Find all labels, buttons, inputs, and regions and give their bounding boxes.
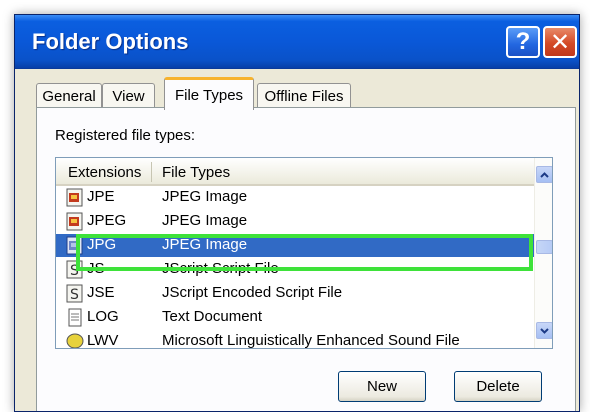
tab-file-types[interactable]: File Types xyxy=(164,77,254,110)
close-button[interactable]: ✕ xyxy=(543,26,577,58)
row-extension: JSE xyxy=(87,284,115,301)
help-button[interactable]: ? xyxy=(506,26,540,58)
title-bar[interactable]: Folder Options ? ✕ xyxy=(15,15,579,69)
column-divider[interactable] xyxy=(151,162,152,182)
row-extension: LOG xyxy=(87,308,119,325)
window-title: Folder Options xyxy=(32,29,189,54)
tab-view[interactable]: View xyxy=(102,83,155,109)
tab-general[interactable]: General xyxy=(36,83,102,109)
row-file-type: Text Document xyxy=(162,308,263,325)
script-file-icon: S xyxy=(66,284,83,303)
row-extension: JPE xyxy=(87,188,115,205)
selection-highlight-box xyxy=(76,234,533,271)
chevron-down-icon xyxy=(540,327,549,334)
list-row-jse[interactable]: S JSE JScript Encoded Script File xyxy=(56,282,534,305)
list-row-jpe[interactable]: JPE JPEG Image xyxy=(56,186,534,209)
tab-strip: General View File Types Offline Files xyxy=(36,77,576,110)
tab-offline-files[interactable]: Offline Files xyxy=(257,83,351,109)
scroll-down-button[interactable] xyxy=(536,322,552,339)
scroll-up-button[interactable] xyxy=(536,166,552,183)
row-file-type: Microsoft Linguistically Enhanced Sound … xyxy=(162,332,460,349)
row-file-type: JScript Encoded Script File xyxy=(162,284,343,301)
chevron-up-icon xyxy=(540,171,549,178)
row-extension: JPEG xyxy=(87,212,127,229)
text-document-icon xyxy=(68,308,82,327)
scroll-thumb[interactable] xyxy=(536,240,552,254)
list-row-log[interactable]: LOG Text Document xyxy=(56,306,534,329)
extensions-column-header[interactable]: Extensions xyxy=(68,164,141,181)
list-row-lwv[interactable]: LWV Microsoft Linguistically Enhanced So… xyxy=(56,330,534,349)
jpeg-image-icon xyxy=(66,212,83,231)
delete-button[interactable]: Delete xyxy=(454,371,542,402)
registered-file-types-label: Registered file types: xyxy=(55,127,196,144)
list-header: Extensions File Types xyxy=(56,158,534,186)
jpeg-image-icon xyxy=(66,188,83,207)
list-row-jpeg[interactable]: JPEG JPEG Image xyxy=(56,210,534,233)
list-scrollbar[interactable] xyxy=(534,158,552,348)
row-extension: LWV xyxy=(87,332,119,349)
file-types-column-header[interactable]: File Types xyxy=(162,164,230,181)
close-icon: ✕ xyxy=(549,28,571,56)
folder-options-window: Folder Options ? ✕ General View File Typ… xyxy=(14,14,580,412)
new-button[interactable]: New xyxy=(338,371,426,402)
row-file-type: JPEG Image xyxy=(162,212,248,229)
sound-file-icon xyxy=(66,333,84,348)
row-file-type: JPEG Image xyxy=(162,188,248,205)
help-icon: ? xyxy=(515,28,531,55)
svg-text:S: S xyxy=(70,287,79,303)
